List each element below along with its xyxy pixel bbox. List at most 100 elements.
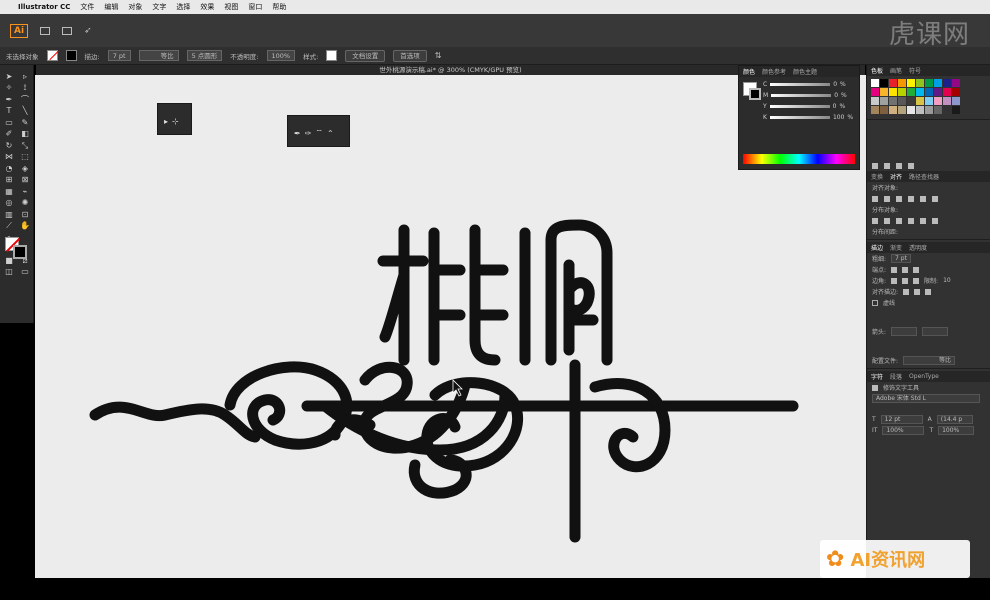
color-swatch[interactable] [880,97,888,105]
new-color-group-icon[interactable] [884,162,890,169]
cyan-slider[interactable]: C 0 % [739,79,859,90]
vertical-scale-input[interactable]: 100% [882,426,925,435]
color-swatch[interactable] [871,79,879,87]
round-cap-icon[interactable] [902,266,909,273]
menu-type[interactable]: 文字 [152,2,166,12]
color-swatch[interactable] [907,88,915,96]
document-setup-button[interactable]: 文档设置 [345,49,386,62]
color-swatch[interactable] [925,97,933,105]
magic-wand-icon[interactable]: ✧ [2,83,16,93]
tab-color-guide[interactable]: 颜色参考 [762,67,786,76]
align-top-icon[interactable] [908,195,914,202]
yellow-track[interactable] [769,105,830,108]
gradient-tool-icon[interactable]: ▦ [2,187,16,197]
round-join-icon[interactable] [902,277,909,284]
color-swatch[interactable] [952,106,960,114]
color-swatch[interactable] [898,97,906,105]
color-swatch[interactable] [871,106,879,114]
color-swatch[interactable] [907,79,915,87]
magenta-track[interactable] [771,94,832,97]
menu-file[interactable]: 文件 [80,2,94,12]
align-right-icon[interactable] [896,195,902,202]
color-swatch[interactable] [880,88,888,96]
color-swatch[interactable] [925,88,933,96]
new-swatch-icon[interactable] [896,162,902,169]
eyedropper-icon[interactable]: ⌁ [18,187,32,197]
preferences-button[interactable]: 首选项 [393,49,427,62]
miter-join-icon[interactable] [891,277,898,284]
dist-top-icon[interactable] [872,217,878,224]
color-swatch[interactable] [943,79,951,87]
color-swatch[interactable] [916,88,924,96]
line-tool-icon[interactable]: ╲ [18,106,32,116]
shape-builder-icon[interactable]: ◔ [2,164,16,174]
color-spectrum[interactable] [743,154,855,164]
color-swatch[interactable] [943,88,951,96]
color-swatch[interactable] [871,88,879,96]
screen-mode-icon[interactable]: ▭ [18,267,32,277]
menu-window[interactable]: 窗口 [248,2,262,12]
draw-mode-icon[interactable]: ◫ [2,267,16,277]
magenta-slider[interactable]: M 0 % [739,90,859,101]
rotate-tool-icon[interactable]: ↻ [2,141,16,151]
butt-cap-icon[interactable] [891,266,898,273]
yellow-slider[interactable]: Y 0 % [739,101,859,112]
dist-vcenter-icon[interactable] [884,217,890,224]
tab-stroke[interactable]: 描边 [871,243,883,252]
menu-help[interactable]: 帮助 [272,2,286,12]
color-swatch[interactable] [889,88,897,96]
menu-view[interactable]: 视图 [224,2,238,12]
color-swatch[interactable] [925,106,933,114]
cyan-track[interactable] [770,83,831,86]
tab-opentype[interactable]: OpenType [909,373,939,380]
arrange-documents-icon[interactable] [62,26,73,35]
color-swatch[interactable] [907,97,915,105]
color-swatch[interactable] [934,88,942,96]
dist-hcenter-icon[interactable] [920,217,926,224]
fill-swatch[interactable] [46,50,58,61]
black-value[interactable]: 100 [833,114,844,121]
bridge-icon[interactable] [40,26,51,35]
stroke-weight-field[interactable]: 7 pt [107,50,131,61]
fill-stroke-widget[interactable] [3,237,31,261]
pen-tool-icon[interactable]: ✒ [2,95,16,105]
curvature-tool-icon[interactable]: ⌒ [18,95,32,105]
touch-type-label[interactable]: 修饰文字工具 [883,383,919,392]
color-swatch[interactable] [907,106,915,114]
direct-selection-tool-icon[interactable]: ▹ [18,72,32,82]
color-swatch[interactable] [889,97,897,105]
blend-tool-icon[interactable]: ◎ [2,198,16,208]
stroke-swatch[interactable] [65,50,77,61]
dist-left-icon[interactable] [908,217,914,224]
menu-select[interactable]: 选择 [176,2,190,12]
cyan-value[interactable]: 0 [833,81,837,88]
color-swatch[interactable] [916,97,924,105]
tab-brushes[interactable]: 画笔 [890,66,902,75]
variable-width-profile[interactable]: 等比 [138,50,179,61]
tab-paragraph[interactable]: 段落 [890,372,902,381]
dashed-line-row[interactable]: 虚线 [867,297,990,308]
tab-character[interactable]: 字符 [871,372,883,381]
color-swatch[interactable] [889,79,897,87]
color-swatch[interactable] [898,88,906,96]
color-swatch[interactable] [889,106,897,114]
color-swatch[interactable] [934,97,942,105]
brush-definition[interactable]: 5 点圆形 [186,50,223,61]
bevel-join-icon[interactable] [913,277,920,284]
dashed-checkbox[interactable] [872,299,878,306]
color-swatch[interactable] [925,79,933,87]
swatch-library-icon[interactable] [872,162,878,169]
color-swatch[interactable] [952,79,960,87]
limit-value[interactable]: 10 [943,277,951,284]
touch-type-row[interactable]: 修饰文字工具 [867,382,990,393]
color-swatch[interactable] [880,106,888,114]
rectangle-tool-icon[interactable]: ▭ [2,118,16,128]
tab-swatches[interactable]: 色板 [871,66,883,75]
mesh-tool-icon[interactable]: ⊠ [18,175,32,185]
free-transform-icon[interactable]: ⬚ [18,152,32,162]
color-swatch[interactable] [916,106,924,114]
stroke-black-swatch[interactable] [13,245,27,260]
tab-color[interactable]: 颜色 [743,67,755,76]
align-vcenter-icon[interactable] [920,195,926,202]
color-swatch[interactable] [916,79,924,87]
